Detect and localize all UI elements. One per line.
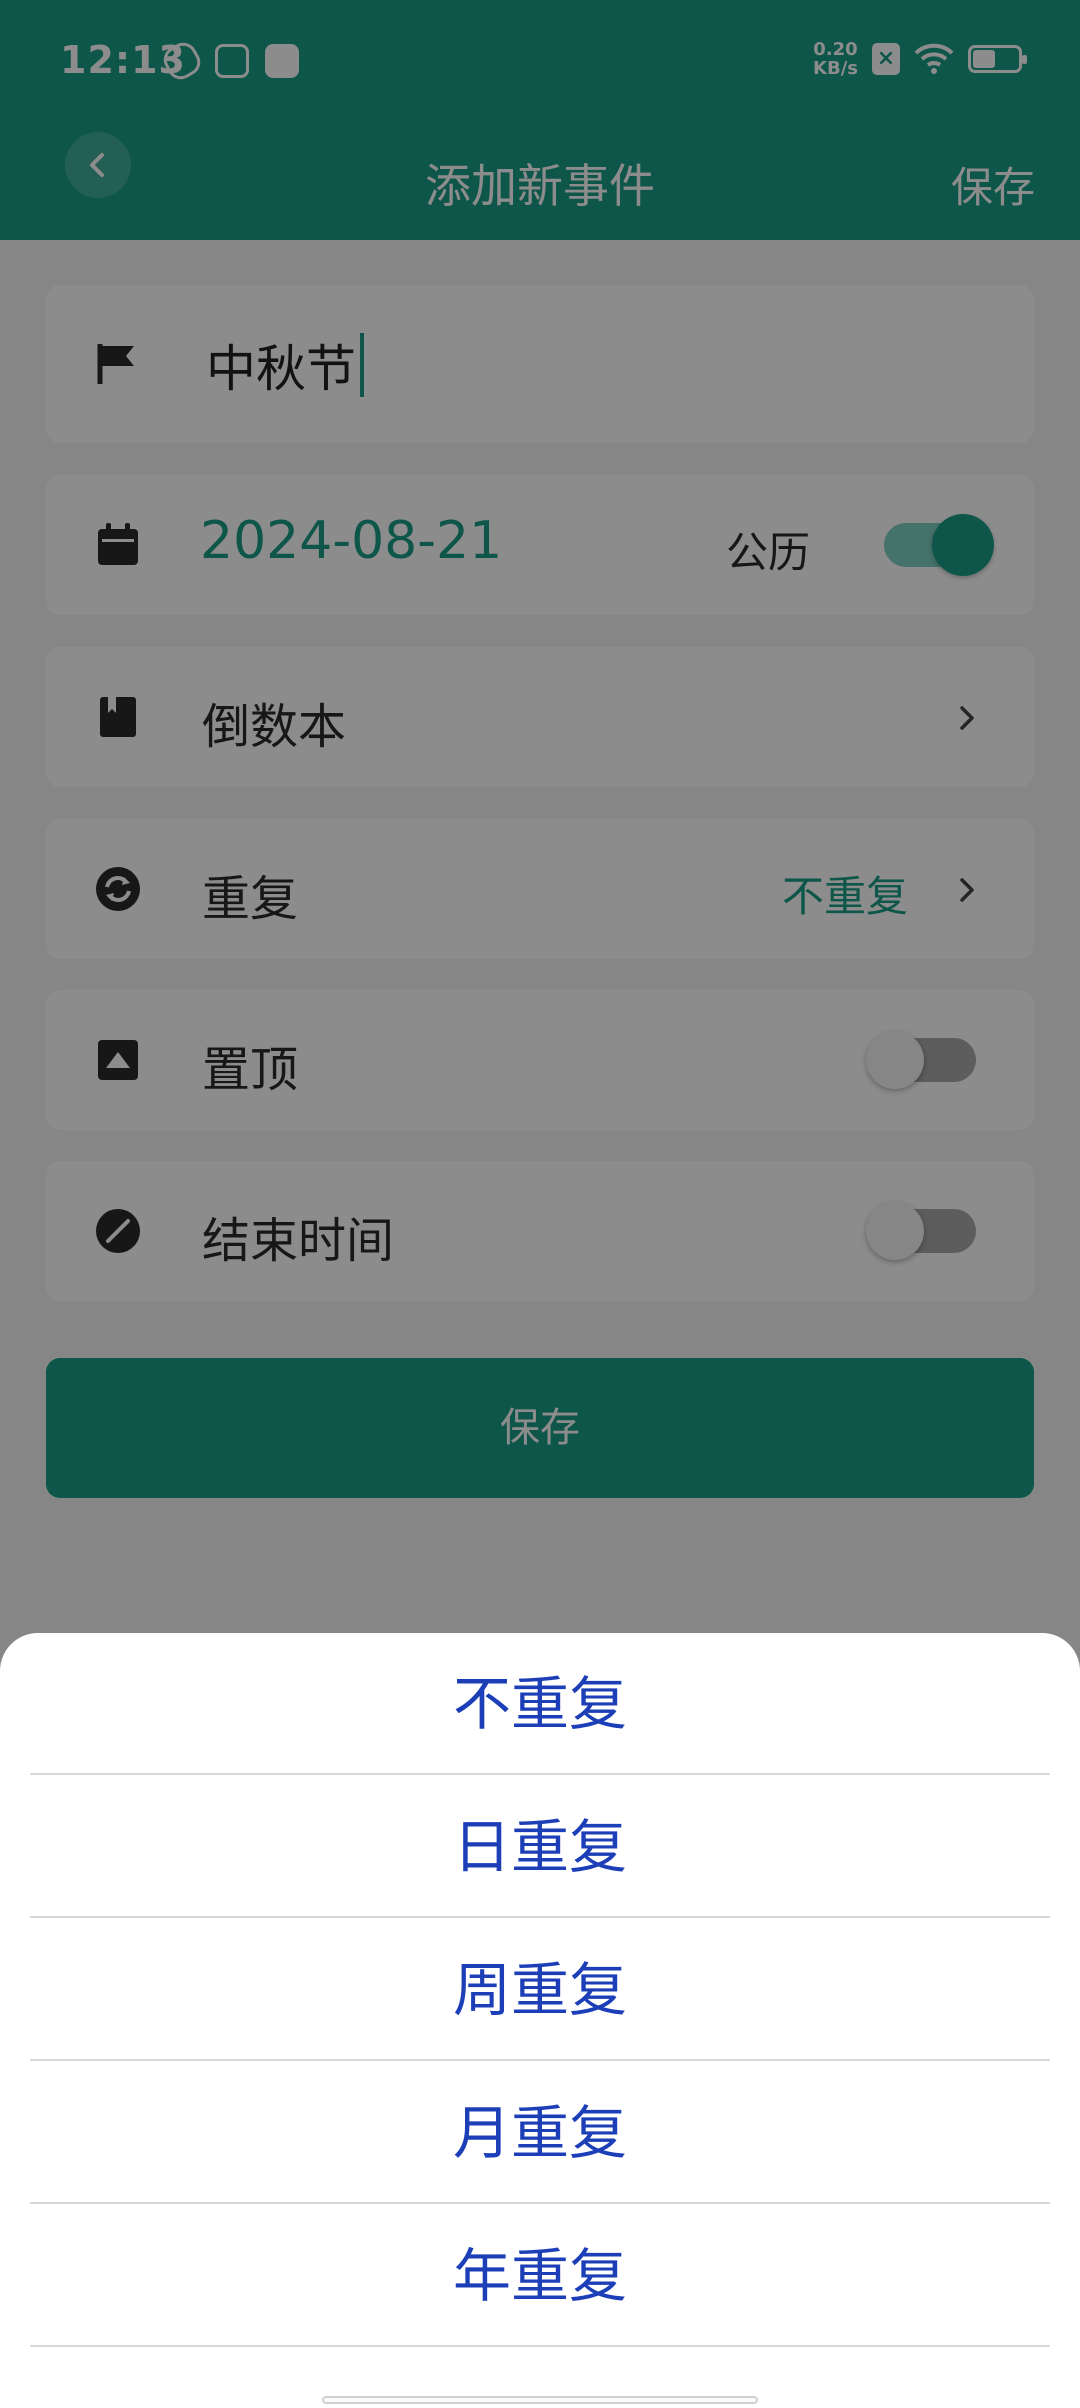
repeat-options-sheet: 不重复 日重复 周重复 月重复 年重复 [0,1633,1080,2408]
repeat-option-monthly[interactable]: 月重复 [30,2062,1050,2204]
repeat-option-weekly[interactable]: 周重复 [30,1919,1050,2061]
add-event-screen: 12:13 0.20 KB/s × 添加新事件 保存 中秋节 2024-08-2… [0,0,1080,2408]
repeat-option-daily[interactable]: 日重复 [30,1776,1050,1918]
repeat-option-yearly[interactable]: 年重复 [30,2205,1050,2347]
repeat-option-none[interactable]: 不重复 [30,1633,1050,1775]
home-indicator [322,2396,758,2404]
